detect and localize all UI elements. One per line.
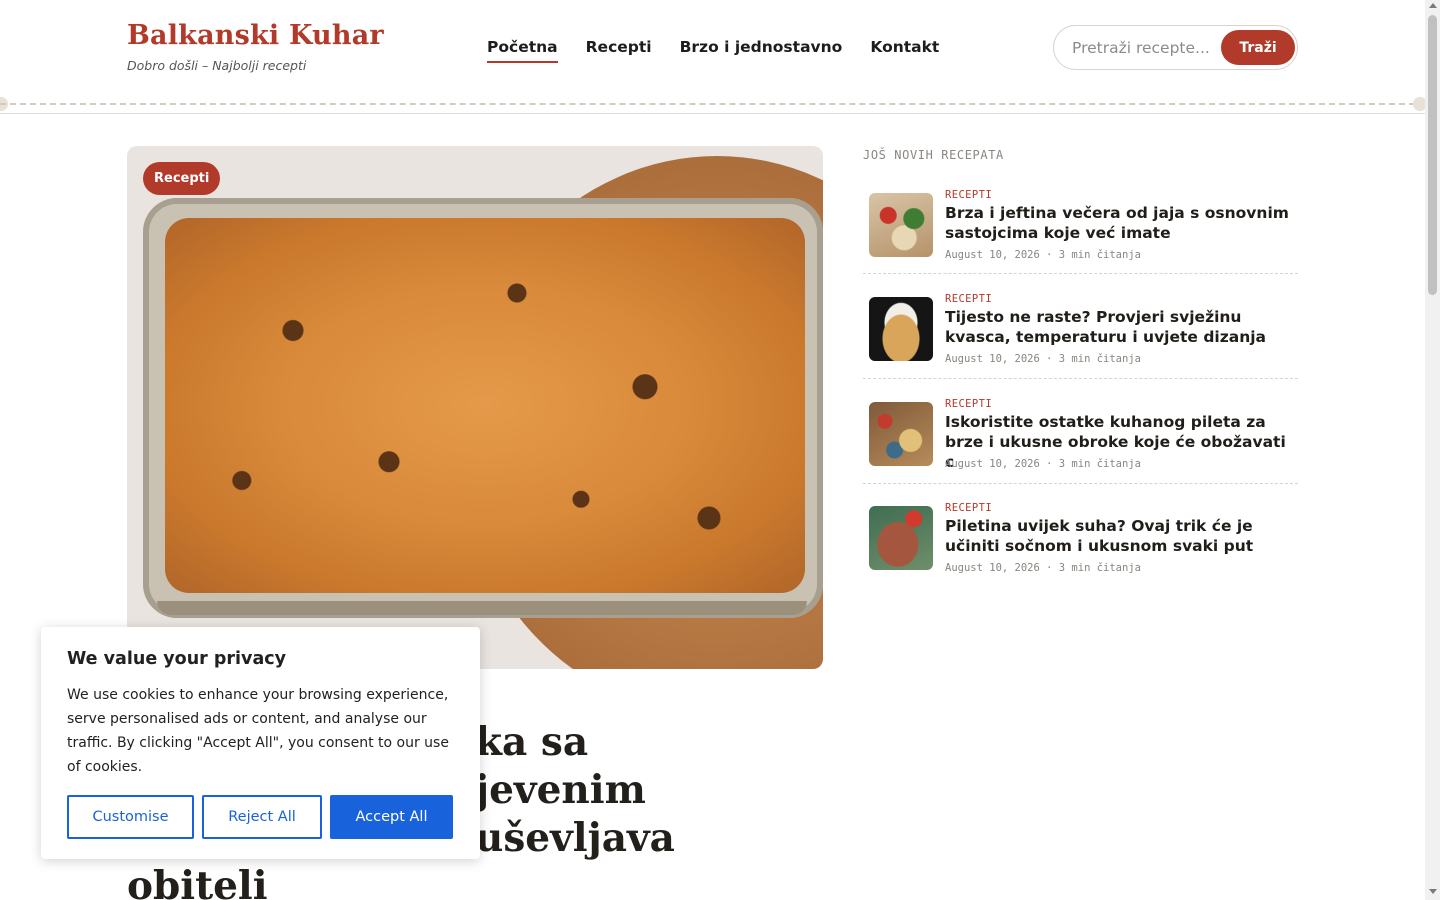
post-thumbnail[interactable] [869, 402, 933, 466]
header-dashed-divider [0, 103, 1425, 105]
accept-all-button[interactable]: Accept All [330, 795, 453, 839]
post-meta: August 10, 2026 · 3 min čitanja [945, 562, 1141, 574]
article-title-line-3: uševljava [475, 815, 675, 861]
hero-image[interactable]: Recepti [127, 146, 823, 669]
nav-item-kontakt[interactable]: Kontakt [870, 38, 939, 63]
main-nav: Početna Recepti Brzo i jednostavno Konta… [487, 38, 939, 63]
post-category[interactable]: RECEPTI [945, 189, 992, 201]
page-scrollbar[interactable] [1425, 0, 1440, 900]
site-header: Balkanski Kuhar Dobro došli – Najbolji r… [0, 0, 1425, 114]
category-badge[interactable]: Recepti [143, 162, 221, 195]
post-meta: August 10, 2026 · 3 min čitanja [945, 458, 1141, 470]
search-button[interactable]: Traži [1221, 30, 1295, 65]
customise-button[interactable]: Customise [67, 795, 194, 839]
article-title-line-4: obiteli [127, 863, 268, 900]
sidebar-post[interactable]: RECEPTI Iskoristite ostatke kuhanog pile… [863, 398, 1298, 506]
sidebar-post[interactable]: RECEPTI Piletina uvijek suha? Ovaj trik … [863, 502, 1298, 610]
sidebar: JOŠ NOVIH RECEPATA RECEPTI Brza i jeftin… [863, 146, 1298, 574]
post-thumbnail[interactable] [869, 193, 933, 257]
post-divider [863, 483, 1298, 484]
header-bottom-border [0, 113, 1425, 114]
post-title[interactable]: Brza i jeftina večera od jaja s osnovnim… [945, 203, 1295, 243]
post-category[interactable]: RECEPTI [945, 502, 992, 514]
nav-item-recepti[interactable]: Recepti [586, 38, 652, 63]
post-thumbnail[interactable] [869, 506, 933, 570]
sidebar-post[interactable]: RECEPTI Brza i jeftina večera od jaja s … [863, 189, 1298, 297]
scroll-down-arrow-icon[interactable] [1429, 889, 1437, 894]
scroll-up-arrow-icon[interactable] [1429, 3, 1437, 8]
post-divider [863, 273, 1298, 274]
post-category[interactable]: RECEPTI [945, 293, 992, 305]
post-meta: August 10, 2026 · 3 min čitanja [945, 353, 1141, 365]
sidebar-heading: JOŠ NOVIH RECEPATA [863, 148, 1004, 162]
post-title[interactable]: Tijesto ne raste? Provjeri svježinu kvas… [945, 307, 1295, 347]
post-thumbnail[interactable] [869, 297, 933, 361]
post-category[interactable]: RECEPTI [945, 398, 992, 410]
article-title-line-1: ka sa [475, 719, 589, 765]
post-title[interactable]: Piletina uvijek suha? Ovaj trik će je uč… [945, 516, 1295, 556]
post-divider [863, 378, 1298, 379]
nav-item-pocetna[interactable]: Početna [487, 38, 558, 63]
brand[interactable]: Balkanski Kuhar Dobro došli – Najbolji r… [127, 20, 384, 73]
cookie-consent-banner: We value your privacy We use cookies to … [41, 627, 480, 859]
baked-casserole [165, 218, 805, 593]
scrollbar-thumb[interactable] [1428, 15, 1437, 295]
search-form: Traži [1053, 25, 1298, 70]
reject-all-button[interactable]: Reject All [202, 795, 322, 839]
article-title-line-2: jevenim [475, 767, 646, 813]
sidebar-post[interactable]: RECEPTI Tijesto ne raste? Provjeri svjež… [863, 293, 1298, 401]
cookie-banner-title: We value your privacy [67, 649, 287, 669]
search-input[interactable] [1072, 36, 1212, 60]
cookie-banner-text: We use cookies to enhance your browsing … [67, 687, 449, 775]
site-logo-title[interactable]: Balkanski Kuhar [127, 20, 384, 51]
nav-item-brzo-i-jednostavno[interactable]: Brzo i jednostavno [680, 38, 843, 63]
post-meta: August 10, 2026 · 3 min čitanja [945, 249, 1141, 261]
site-tagline: Dobro došli – Najbolji recepti [127, 58, 307, 73]
dish-rim [157, 601, 807, 615]
